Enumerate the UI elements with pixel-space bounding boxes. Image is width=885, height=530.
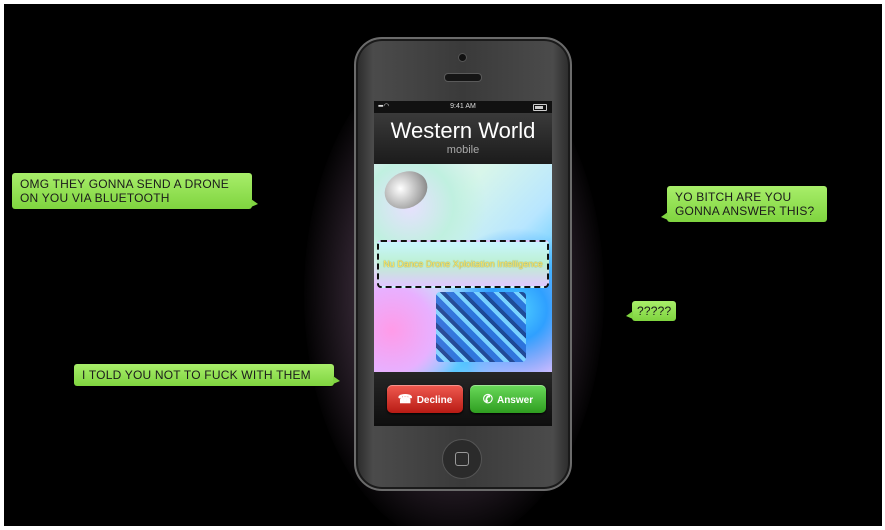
message-bubble-drone: OMG THEY GONNA SEND A DRONE ON YOU VIA B… — [12, 173, 258, 209]
home-square-icon — [455, 452, 469, 466]
satellite-dish-image — [378, 164, 434, 216]
message-bubble-question-marks: ????? — [625, 301, 677, 321]
caller-header: Western World mobile — [374, 113, 552, 164]
call-controls: ☎ Decline ✆ Answer — [374, 372, 552, 426]
answer-button[interactable]: ✆ Answer — [470, 385, 546, 413]
caller-wallpaper: Nu Dance Drone Xploitation Intelligence — [374, 164, 552, 372]
decline-button[interactable]: ☎ Decline — [387, 385, 463, 413]
status-bar: ▪▪▪ ◠ 9:41 AM — [374, 101, 552, 113]
iphone: ▪▪▪ ◠ 9:41 AM Western World mobile Nu Da… — [354, 37, 572, 491]
circuit-machine-image — [436, 292, 526, 362]
wallpaper-banner: Nu Dance Drone Xploitation Intelligence — [377, 240, 549, 288]
message-bubble-told-you: I TOLD YOU NOT TO FUCK WITH THEM — [74, 364, 340, 386]
decline-label: Decline — [416, 395, 453, 406]
phone-hangup-icon: ☎ — [397, 392, 413, 406]
caller-name: Western World — [390, 118, 536, 143]
caller-label: mobile — [446, 144, 480, 156]
earpiece-speaker — [444, 73, 482, 82]
scene-background: OMG THEY GONNA SEND A DRONE ON YOU VIA B… — [4, 4, 882, 526]
answer-label: Answer — [496, 395, 534, 406]
home-button[interactable] — [442, 439, 482, 479]
phone-answer-icon: ✆ — [482, 392, 493, 406]
battery-icon — [533, 104, 547, 111]
status-time: 9:41 AM — [450, 103, 476, 110]
message-bubble-answer-this: YO BITCH ARE YOU GONNA ANSWER THIS? — [661, 186, 827, 222]
front-camera — [458, 53, 467, 62]
phone-screen: ▪▪▪ ◠ 9:41 AM Western World mobile Nu Da… — [374, 101, 552, 426]
